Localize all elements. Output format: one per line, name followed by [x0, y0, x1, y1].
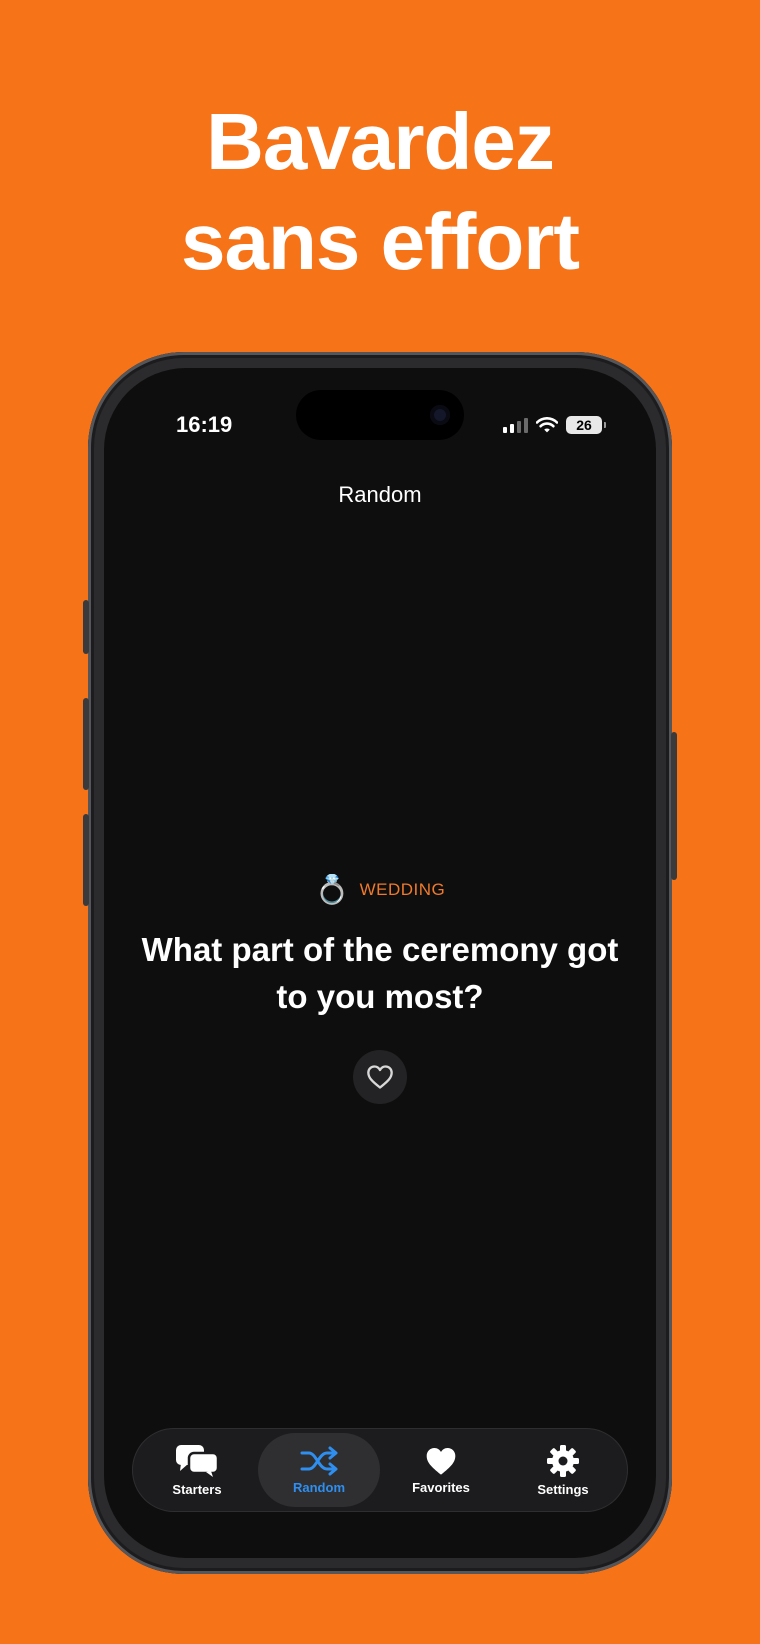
tab-bar: Starters Random Favorites Settings — [132, 1428, 628, 1512]
tab-label: Favorites — [412, 1479, 470, 1495]
status-time: 16:19 — [176, 412, 233, 437]
tab-label: Random — [293, 1479, 345, 1495]
dynamic-island — [296, 390, 464, 440]
gear-icon — [547, 1444, 579, 1477]
heart-icon — [426, 1447, 456, 1475]
category-row: 💍 WEDDING — [315, 874, 446, 906]
nav-title: Random — [338, 482, 422, 507]
battery-icon: 26 — [566, 416, 606, 434]
power-button — [671, 732, 677, 880]
tab-settings[interactable]: Settings — [502, 1433, 624, 1507]
headline-line-1: Bavardez — [206, 97, 555, 186]
camera-icon — [430, 405, 450, 425]
chat-bubbles-icon — [176, 1444, 219, 1477]
ring-icon: 💍 — [314, 874, 350, 905]
volume-up-button — [83, 698, 89, 790]
status-icons: 26 — [503, 416, 606, 434]
tab-label: Starters — [172, 1481, 222, 1497]
phone-screen: 16:19 26 Random 💍 WEDDING What part of t… — [104, 368, 656, 1558]
tab-random[interactable]: Random — [258, 1433, 380, 1507]
promo-headline: Bavardez sans effort — [0, 92, 760, 292]
tab-label: Settings — [537, 1481, 589, 1497]
headline-line-2: sans effort — [181, 197, 580, 286]
tab-favorites[interactable]: Favorites — [380, 1433, 502, 1507]
conversation-card: 💍 WEDDING What part of the ceremony got … — [104, 874, 656, 1104]
category-label: WEDDING — [359, 880, 446, 899]
question-text: What part of the ceremony got to you mos… — [141, 931, 619, 1015]
wifi-icon — [536, 417, 558, 433]
tab-starters[interactable]: Starters — [136, 1433, 258, 1507]
phone-frame: 16:19 26 Random 💍 WEDDING What part of t… — [83, 352, 677, 1574]
favorite-button[interactable] — [353, 1050, 407, 1104]
signal-icon — [503, 417, 528, 433]
action-button — [83, 600, 89, 654]
heart-outline-icon — [367, 1065, 393, 1089]
shuffle-icon — [300, 1446, 338, 1475]
volume-down-button — [83, 814, 89, 906]
